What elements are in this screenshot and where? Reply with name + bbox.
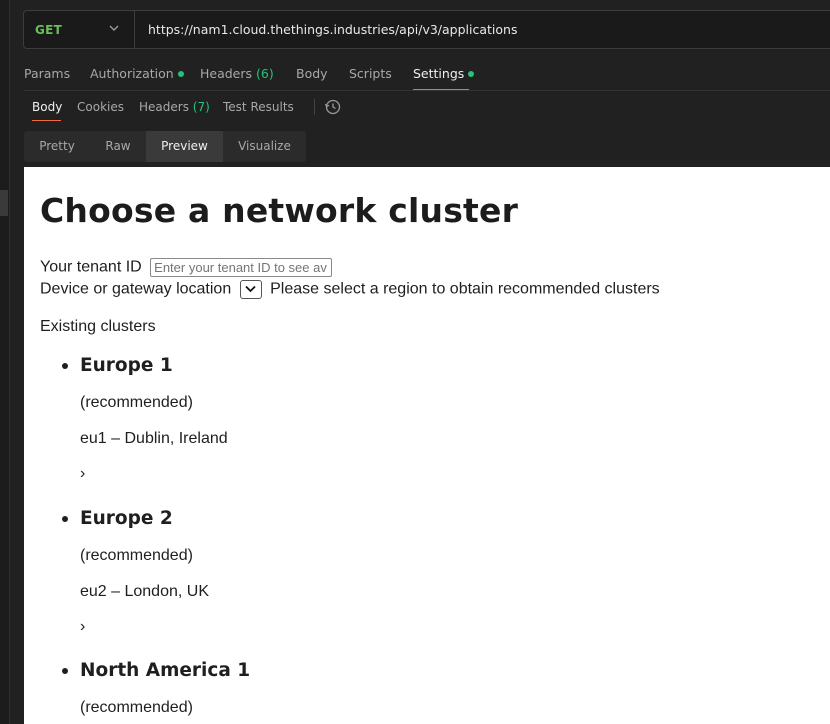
method-label: GET <box>35 23 63 37</box>
tab-label: Cookies <box>77 100 124 114</box>
chevron-right-icon[interactable]: › <box>80 618 85 636</box>
tab-settings[interactable]: Settings <box>413 66 475 81</box>
tab-label: Headers <box>139 100 189 114</box>
cluster-name: Europe 2 <box>80 508 173 529</box>
location-select[interactable] <box>239 280 262 299</box>
tab-label: Headers <box>200 66 253 81</box>
tab-response-cookies[interactable]: Cookies <box>77 100 124 114</box>
bullet-icon <box>62 668 68 674</box>
cluster-tag: (recommended) <box>80 547 193 564</box>
bullet-icon <box>62 363 68 369</box>
tab-params[interactable]: Params <box>24 66 70 81</box>
status-dot <box>468 70 475 77</box>
page-title: Choose a network cluster <box>40 191 519 230</box>
view-raw-button[interactable]: Raw <box>90 131 146 162</box>
tab-count: (6) <box>256 66 274 81</box>
tenant-id-input[interactable] <box>150 258 333 277</box>
cluster-name: North America 1 <box>80 660 251 681</box>
view-pretty-button[interactable]: Pretty <box>24 131 90 162</box>
tab-label: Authorization <box>90 66 174 81</box>
cluster-item: Europe 1 (recommended) eu1 – Dublin, Ire… <box>62 355 228 482</box>
cluster-location: eu2 – London, UK <box>80 583 209 600</box>
bullet-icon <box>62 516 68 522</box>
history-icon[interactable] <box>324 98 342 116</box>
url-input[interactable]: https://nam1.cloud.thethings.industries/… <box>148 22 517 37</box>
url-bar: GET https://nam1.cloud.thethings.industr… <box>23 10 830 49</box>
tab-scripts[interactable]: Scripts <box>349 66 392 81</box>
tab-label: Test Results <box>223 100 294 114</box>
tenant-label: Your tenant ID <box>40 258 142 276</box>
active-response-tab-indicator <box>32 120 61 121</box>
tab-label: Scripts <box>349 66 392 81</box>
tenant-row: Your tenant ID <box>40 258 333 277</box>
tab-label: Params <box>24 66 71 81</box>
tab-response-test-results[interactable]: Test Results <box>223 100 294 114</box>
tab-count: (7) <box>192 100 210 114</box>
cluster-item: Europe 2 (recommended) eu2 – London, UK … <box>62 508 209 635</box>
method-selector[interactable]: GET <box>24 11 135 48</box>
view-preview-button[interactable]: Preview <box>146 131 223 162</box>
request-panel: GET https://nam1.cloud.thethings.industr… <box>10 0 830 724</box>
tab-response-headers[interactable]: Headers (7) <box>139 100 210 114</box>
tabs-divider <box>24 90 830 91</box>
status-dot <box>177 70 184 77</box>
chevron-down-icon <box>245 285 256 293</box>
tab-label: Settings <box>413 66 465 81</box>
chevron-right-icon[interactable]: › <box>80 465 85 483</box>
left-gutter <box>0 0 10 724</box>
location-row: Device or gateway location Please select… <box>40 280 660 299</box>
response-preview: Choose a network cluster Your tenant ID … <box>24 167 830 724</box>
tab-body[interactable]: Body <box>296 66 328 81</box>
chevron-down-icon <box>109 25 119 31</box>
gutter-marker <box>0 190 8 216</box>
cluster-tag: (recommended) <box>80 394 193 411</box>
tabs-separator <box>314 99 315 115</box>
tab-authorization[interactable]: Authorization <box>90 66 184 81</box>
tab-response-body[interactable]: Body <box>32 100 62 114</box>
cluster-name: Europe 1 <box>80 355 173 376</box>
view-mode-toggle: Pretty Raw Preview Visualize <box>24 131 306 162</box>
location-label: Device or gateway location <box>40 280 232 298</box>
tab-label: Body <box>32 100 63 114</box>
existing-clusters-label: Existing clusters <box>40 318 156 335</box>
location-hint: Please select a region to obtain recomme… <box>270 280 660 298</box>
cluster-tag: (recommended) <box>80 699 193 716</box>
tab-label: Body <box>296 66 328 81</box>
cluster-item: North America 1 (recommended) <box>62 660 251 716</box>
view-visualize-button[interactable]: Visualize <box>223 131 306 162</box>
cluster-location: eu1 – Dublin, Ireland <box>80 430 228 447</box>
tab-headers[interactable]: Headers (6) <box>200 66 274 81</box>
